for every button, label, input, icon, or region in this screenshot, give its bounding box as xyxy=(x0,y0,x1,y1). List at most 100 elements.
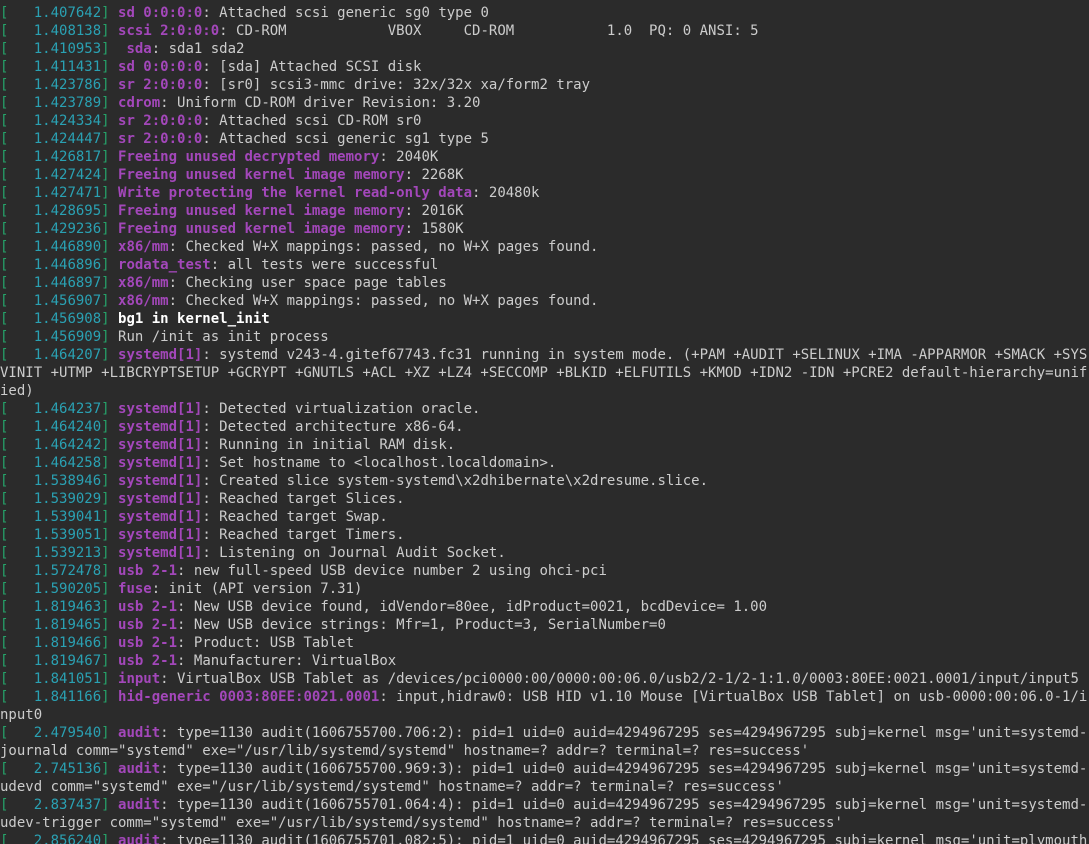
log-message: : [sr0] scsi3-mmc drive: 32x/32x xa/form… xyxy=(202,77,590,93)
log-line: [ 1.424334] sr 2:0:0:0: Attached scsi CD… xyxy=(0,112,1089,130)
log-source: input xyxy=(118,671,160,687)
log-source: systemd[1] xyxy=(118,455,202,471)
log-message: : 1580K xyxy=(405,221,464,237)
timestamp: 2.856240 xyxy=(8,833,101,844)
log-message: Run /init as init process xyxy=(118,329,329,345)
timestamp: 1.411431 xyxy=(8,59,101,75)
log-line: [ 1.446890] x86/mm: Checked W+X mappings… xyxy=(0,238,1089,256)
log-line: [ 1.407642] sd 0:0:0:0: Attached scsi ge… xyxy=(0,4,1089,22)
bracket-close: ] xyxy=(101,473,118,489)
bracket-close: ] xyxy=(101,221,118,237)
log-source: systemd[1] xyxy=(118,419,202,435)
bracket-close: ] xyxy=(101,23,118,39)
bracket-close: ] xyxy=(101,563,118,579)
bracket-close: ] xyxy=(101,77,118,93)
timestamp: 1.428695 xyxy=(8,203,101,219)
timestamp: 1.446897 xyxy=(8,275,101,291)
bracket-close: ] xyxy=(101,167,118,183)
log-line: [ 2.856240] audit: type=1130 audit(16067… xyxy=(0,832,1089,844)
bracket-close: ] xyxy=(101,41,118,57)
log-message: : Checked W+X mappings: passed, no W+X p… xyxy=(169,293,599,309)
timestamp: 1.464240 xyxy=(8,419,101,435)
log-source: usb 2-1 xyxy=(118,617,177,633)
log-message: : type=1130 audit(1606755700.969:3): pid… xyxy=(0,761,1087,795)
log-message: : 2268K xyxy=(405,167,464,183)
log-message: : VirtualBox USB Tablet as /devices/pci0… xyxy=(160,671,1079,687)
log-source: usb 2-1 xyxy=(118,599,177,615)
log-source: sr 2:0:0:0 xyxy=(118,77,202,93)
log-line: [ 1.464258] systemd[1]: Set hostname to … xyxy=(0,454,1089,472)
timestamp: 1.464237 xyxy=(8,401,101,417)
log-message: : sda1 sda2 xyxy=(152,41,245,57)
timestamp: 1.424447 xyxy=(8,131,101,147)
log-source: Freeing unused kernel image memory xyxy=(118,203,405,219)
log-message: : Checking user space page tables xyxy=(169,275,447,291)
timestamp: 1.819466 xyxy=(8,635,101,651)
bracket-close: ] xyxy=(101,5,118,21)
kernel-log-terminal[interactable]: [ 1.407642] sd 0:0:0:0: Attached scsi ge… xyxy=(0,0,1089,844)
log-source: audit xyxy=(118,761,160,777)
log-line: [ 1.572478] usb 2-1: new full-speed USB … xyxy=(0,562,1089,580)
log-message: : CD-ROM VBOX CD-ROM 1.0 PQ: 0 ANSI: 5 xyxy=(219,23,758,39)
log-message: : 2040K xyxy=(379,149,438,165)
log-line: [ 1.464207] systemd[1]: systemd v243-4.g… xyxy=(0,346,1089,400)
timestamp: 1.464207 xyxy=(8,347,101,363)
bracket-close: ] xyxy=(101,689,118,705)
log-line: [ 1.464242] systemd[1]: Running in initi… xyxy=(0,436,1089,454)
timestamp: 1.539041 xyxy=(8,509,101,525)
log-source: audit xyxy=(118,797,160,813)
bracket-close: ] xyxy=(101,59,118,75)
timestamp: 1.426817 xyxy=(8,149,101,165)
log-source: scsi 2:0:0:0 xyxy=(118,23,219,39)
timestamp: 1.410953 xyxy=(8,41,101,57)
log-line: [ 1.410953] sda: sda1 sda2 xyxy=(0,40,1089,58)
log-message: : Detected virtualization oracle. xyxy=(202,401,480,417)
bracket-close: ] xyxy=(101,185,118,201)
timestamp: 1.464258 xyxy=(8,455,101,471)
timestamp: 1.423789 xyxy=(8,95,101,111)
log-source: fuse xyxy=(118,581,152,597)
timestamp: 1.456907 xyxy=(8,293,101,309)
bracket-close: ] xyxy=(101,761,118,777)
log-source: rodata_test xyxy=(118,257,211,273)
bracket-close: ] xyxy=(101,725,118,741)
timestamp: 1.407642 xyxy=(8,5,101,21)
bracket-close: ] xyxy=(101,131,118,147)
bracket-close: ] xyxy=(101,401,118,417)
bracket-close: ] xyxy=(101,617,118,633)
log-line: [ 1.446896] rodata_test: all tests were … xyxy=(0,256,1089,274)
log-message: : type=1130 audit(1606755701.064:4): pid… xyxy=(0,797,1087,831)
timestamp: 1.429236 xyxy=(8,221,101,237)
log-message: : Reached target Swap. xyxy=(202,509,387,525)
log-message: : Uniform CD-ROM driver Revision: 3.20 xyxy=(160,95,480,111)
bracket-close: ] xyxy=(101,113,118,129)
timestamp: 1.590205 xyxy=(8,581,101,597)
bracket-close: ] xyxy=(101,833,118,844)
log-message: : Reached target Slices. xyxy=(202,491,404,507)
timestamp: 1.539213 xyxy=(8,545,101,561)
log-line: [ 1.456907] x86/mm: Checked W+X mappings… xyxy=(0,292,1089,310)
log-line: [ 1.446897] x86/mm: Checking user space … xyxy=(0,274,1089,292)
log-line: [ 1.411431] sd 0:0:0:0: [sda] Attached S… xyxy=(0,58,1089,76)
log-source: systemd[1] xyxy=(118,527,202,543)
log-message: : Set hostname to <localhost.localdomain… xyxy=(202,455,556,471)
bracket-close: ] xyxy=(101,311,118,327)
log-line: [ 1.456909] Run /init as init process xyxy=(0,328,1089,346)
timestamp: 2.745136 xyxy=(8,761,101,777)
log-line: [ 1.819467] usb 2-1: Manufacturer: Virtu… xyxy=(0,652,1089,670)
log-message: : Product: USB Tablet xyxy=(177,635,354,651)
bracket-close: ] xyxy=(101,491,118,507)
log-line: [ 1.539041] systemd[1]: Reached target S… xyxy=(0,508,1089,526)
log-message: : New USB device found, idVendor=80ee, i… xyxy=(177,599,767,615)
log-message: : new full-speed USB device number 2 usi… xyxy=(177,563,607,579)
bracket-close: ] xyxy=(101,419,118,435)
log-message: : Created slice system-systemd\x2dhibern… xyxy=(202,473,708,489)
timestamp: 1.456909 xyxy=(8,329,101,345)
bracket-close: ] xyxy=(101,239,118,255)
bracket-close: ] xyxy=(101,347,118,363)
log-message: : [sda] Attached SCSI disk xyxy=(202,59,421,75)
log-message: : Checked W+X mappings: passed, no W+X p… xyxy=(169,239,599,255)
log-message: : New USB device strings: Mfr=1, Product… xyxy=(177,617,666,633)
log-line: [ 1.539051] systemd[1]: Reached target T… xyxy=(0,526,1089,544)
log-source: systemd[1] xyxy=(118,347,202,363)
